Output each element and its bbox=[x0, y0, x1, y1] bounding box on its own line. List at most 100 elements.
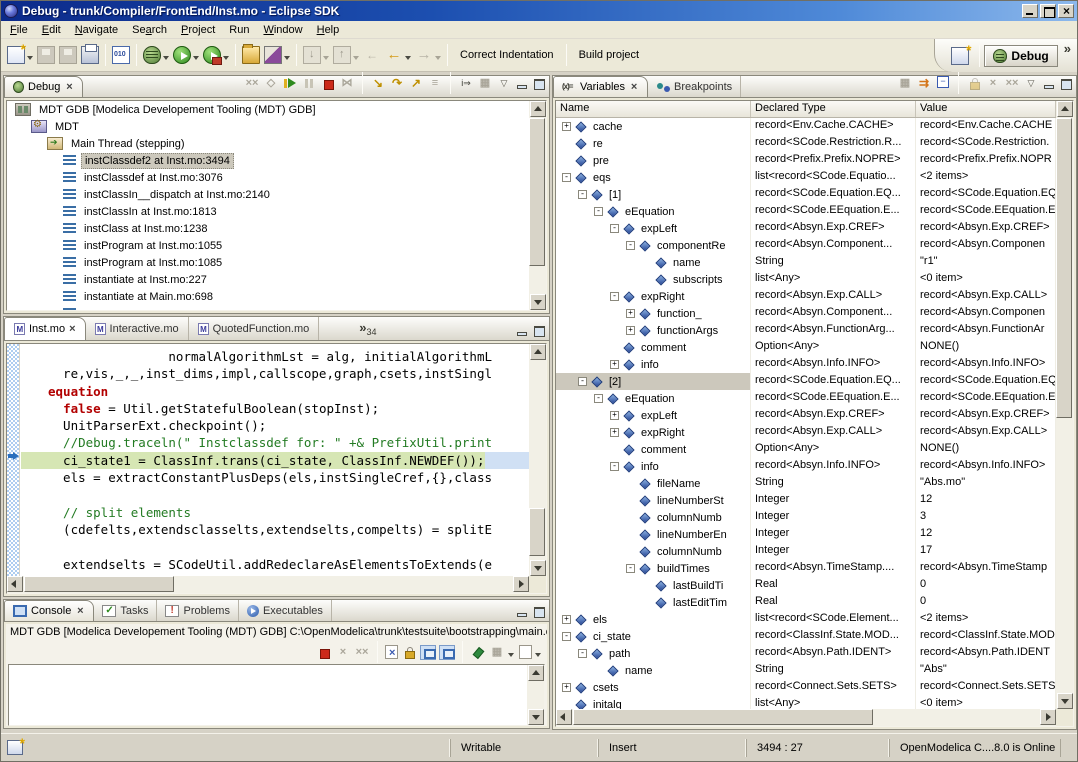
new-dropdown-icon[interactable] bbox=[27, 56, 33, 63]
variable-row[interactable]: - componentRe record<Absyn.Component... … bbox=[556, 237, 1056, 254]
show-type-names-icon[interactable]: ▦ bbox=[897, 76, 913, 91]
menu-item[interactable]: Edit bbox=[35, 22, 68, 38]
remove-all-icon[interactable]: ×× bbox=[1004, 76, 1020, 91]
display-console-icon[interactable]: ▦ bbox=[489, 645, 505, 660]
maximize-button[interactable] bbox=[1040, 4, 1056, 18]
variable-row[interactable]: + expRight record<Absyn.Exp.CALL> record… bbox=[556, 424, 1056, 441]
variable-row[interactable]: + functionArgs record<Absyn.FunctionArg.… bbox=[556, 322, 1056, 339]
binary-file-icon[interactable] bbox=[112, 46, 130, 64]
variable-row[interactable]: re record<SCode.Restriction.R... record<… bbox=[556, 135, 1056, 152]
debug-tree-row[interactable]: instClassdef at Inst.mo:3076 bbox=[7, 169, 529, 186]
correct-indentation-button[interactable]: Correct Indentation bbox=[452, 45, 562, 65]
minimize-view-icon[interactable] bbox=[515, 605, 529, 618]
variable-row[interactable]: columnNumb Integer 3 bbox=[556, 509, 1056, 526]
variable-row[interactable]: - eEquation record<SCode.EEquation.E... … bbox=[556, 203, 1056, 220]
remove-launch-icon[interactable]: × bbox=[335, 645, 351, 660]
variable-row[interactable]: lineNumberEn Integer 12 bbox=[556, 526, 1056, 543]
console-area-tab[interactable]: Executables bbox=[239, 600, 332, 621]
variable-row[interactable]: + function_ record<Absyn.Component... re… bbox=[556, 305, 1056, 322]
close-button[interactable] bbox=[1058, 4, 1074, 18]
tree-expander-icon[interactable]: - bbox=[594, 394, 603, 403]
variables-area-tab[interactable]: Variables bbox=[553, 76, 648, 97]
debug-tree-row[interactable]: MDT bbox=[7, 118, 529, 135]
build-project-button[interactable]: Build project bbox=[571, 45, 648, 65]
column-header-value[interactable]: Value bbox=[916, 101, 1056, 117]
variable-row[interactable]: fileName String "Abs.mo" bbox=[556, 475, 1056, 492]
tree-expander-icon[interactable]: + bbox=[562, 683, 571, 692]
debug-extra-icon[interactable]: ▦ bbox=[477, 76, 493, 91]
maximize-view-icon[interactable] bbox=[1059, 77, 1073, 90]
tree-expander-icon[interactable]: - bbox=[626, 564, 635, 573]
debug-tree-row[interactable]: instClassdef2 at Inst.mo:3494 bbox=[7, 152, 529, 169]
editor-horizontal-scrollbar[interactable] bbox=[7, 576, 529, 593]
paintbrush-dropdown-icon[interactable] bbox=[284, 56, 290, 63]
forward-dropdown-icon[interactable] bbox=[435, 56, 441, 63]
editor-tab[interactable]: Interactive.mo bbox=[86, 317, 189, 340]
debug-tree-row[interactable]: instClassIn at Inst.mo:1813 bbox=[7, 203, 529, 220]
variable-row[interactable]: + csets record<Connect.Sets.SETS> record… bbox=[556, 679, 1056, 696]
column-header-name[interactable]: Name bbox=[556, 101, 751, 117]
editor-overflow-chevron[interactable]: »34 bbox=[359, 320, 376, 337]
remove-selected-icon[interactable]: × bbox=[985, 76, 1001, 91]
show-stderr-icon[interactable] bbox=[439, 645, 455, 660]
variable-row[interactable]: initalg list<Any> <0 item> bbox=[556, 696, 1056, 709]
column-header-declared-type[interactable]: Declared Type bbox=[751, 101, 916, 117]
debug-tree-row[interactable]: instantiate at Main.mo:698 bbox=[7, 288, 529, 305]
variable-row[interactable]: + info record<Absyn.Info.INFO> record<Ab… bbox=[556, 356, 1056, 373]
variable-row[interactable]: comment Option<Any> NONE() bbox=[556, 441, 1056, 458]
minimize-view-icon[interactable] bbox=[515, 77, 529, 90]
close-icon[interactable] bbox=[69, 323, 75, 335]
open-console-dropdown-icon[interactable] bbox=[535, 653, 541, 660]
previous-annotation-icon[interactable] bbox=[333, 46, 351, 64]
scroll-lock-icon[interactable] bbox=[401, 645, 417, 660]
back-dropdown-icon[interactable] bbox=[405, 56, 411, 63]
view-menu-icon[interactable]: ▽ bbox=[1023, 76, 1039, 91]
paintbrush-icon[interactable] bbox=[264, 46, 282, 64]
variable-row[interactable]: - [2] record<SCode.Equation.EQ... record… bbox=[556, 373, 1056, 390]
new-wizard-icon[interactable] bbox=[7, 46, 25, 64]
variable-row[interactable]: - ci_state record<ClassInf.State.MOD... … bbox=[556, 628, 1056, 645]
print-icon[interactable] bbox=[81, 46, 99, 64]
tree-expander-icon[interactable]: - bbox=[610, 224, 619, 233]
editor-vertical-scrollbar[interactable] bbox=[529, 344, 546, 576]
collapse-all-icon[interactable] bbox=[935, 76, 951, 91]
tree-expander-icon[interactable]: - bbox=[578, 649, 587, 658]
minimize-view-icon[interactable] bbox=[515, 324, 529, 337]
forward-icon[interactable]: → bbox=[415, 46, 433, 64]
perspective-overflow-chevron[interactable]: » bbox=[1064, 39, 1071, 56]
open-console-icon[interactable] bbox=[519, 645, 532, 659]
tree-expander-icon[interactable]: + bbox=[626, 309, 635, 318]
next-annotation-icon[interactable] bbox=[303, 46, 321, 64]
close-icon[interactable] bbox=[75, 605, 85, 617]
minimize-button[interactable] bbox=[1022, 4, 1038, 18]
tree-expander-icon[interactable]: - bbox=[578, 377, 587, 386]
console-output[interactable] bbox=[8, 664, 545, 726]
variables-vertical-scrollbar[interactable] bbox=[1056, 101, 1073, 709]
console-area-tab[interactable]: Tasks bbox=[94, 600, 157, 621]
editor-gutter[interactable] bbox=[7, 344, 20, 576]
variable-row[interactable]: lastEditTim Real 0 bbox=[556, 594, 1056, 611]
save-all-icon[interactable] bbox=[59, 46, 77, 64]
variable-row[interactable]: - expLeft record<Absyn.Exp.CREF> record<… bbox=[556, 220, 1056, 237]
pin-console-icon[interactable] bbox=[470, 645, 486, 660]
debug-tree-row[interactable]: MDT GDB [Modelica Developement Tooling (… bbox=[7, 101, 529, 118]
debug-tree-row[interactable] bbox=[7, 305, 529, 310]
console-area-tab[interactable]: Problems bbox=[157, 600, 238, 621]
run-dropdown-icon[interactable] bbox=[193, 56, 199, 63]
back-icon[interactable]: ← bbox=[385, 46, 403, 64]
horizontal-sash-console[interactable] bbox=[3, 597, 550, 599]
debug-tree-row[interactable]: instProgram at Inst.mo:1055 bbox=[7, 237, 529, 254]
variable-row[interactable]: name String "Abs" bbox=[556, 662, 1056, 679]
variable-row[interactable]: + cache record<Env.Cache.CACHE> record<E… bbox=[556, 118, 1056, 135]
console-vertical-scrollbar[interactable] bbox=[527, 665, 544, 725]
external-tools-dropdown-icon[interactable] bbox=[223, 56, 229, 63]
use-step-filters-icon[interactable]: i⇒ bbox=[458, 76, 474, 91]
tree-expander-icon[interactable]: + bbox=[626, 326, 635, 335]
variable-row[interactable]: + expLeft record<Absyn.Exp.CREF> record<… bbox=[556, 407, 1056, 424]
editor-tab[interactable]: Inst.mo bbox=[4, 317, 86, 340]
previous-annotation-dropdown-icon[interactable] bbox=[353, 56, 359, 63]
variable-row[interactable]: - path record<Absyn.Path.IDENT> record<A… bbox=[556, 645, 1056, 662]
tree-expander-icon[interactable]: + bbox=[562, 615, 571, 624]
step-over-icon[interactable]: ↷ bbox=[389, 76, 405, 91]
maximize-view-icon[interactable] bbox=[532, 324, 546, 337]
